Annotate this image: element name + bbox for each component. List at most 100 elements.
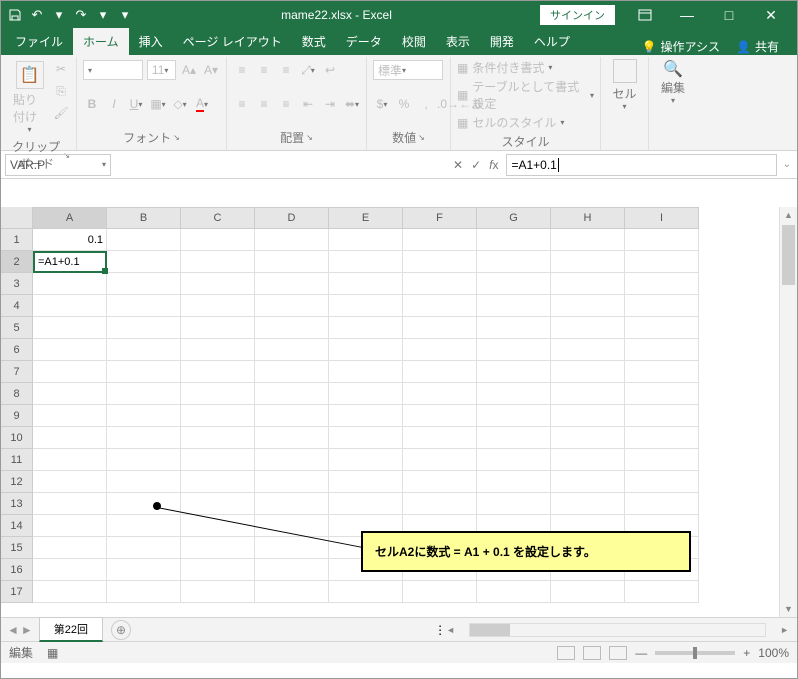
qat-customize-icon[interactable]: ▾ [117, 7, 133, 23]
tab-view[interactable]: 表示 [436, 28, 480, 55]
copy-icon[interactable]: ⎘ [52, 81, 70, 101]
merge-icon[interactable]: ⬌▾ [343, 94, 361, 114]
cancel-formula-icon[interactable]: ✕ [453, 158, 463, 172]
tab-help[interactable]: ヘルプ [524, 28, 580, 55]
cell-B13[interactable] [107, 493, 181, 515]
cell-H4[interactable] [551, 295, 625, 317]
cell-H5[interactable] [551, 317, 625, 339]
cell-G5[interactable] [477, 317, 551, 339]
paste-button[interactable]: 📋 貼り付け▾ [11, 59, 48, 136]
align-left-icon[interactable]: ≡ [233, 94, 251, 114]
cell-A1[interactable]: 0.1 [33, 229, 107, 251]
cell-F5[interactable] [403, 317, 477, 339]
cell-D6[interactable] [255, 339, 329, 361]
grow-font-icon[interactable]: A▴ [180, 60, 198, 80]
scroll-thumb[interactable] [782, 225, 795, 285]
cell-A2[interactable]: =A1+0.1 [33, 251, 107, 273]
row-header-12[interactable]: 12 [1, 471, 33, 493]
cell-G12[interactable] [477, 471, 551, 493]
cell-C2[interactable] [181, 251, 255, 273]
new-sheet-button[interactable]: ⊕ [111, 620, 131, 640]
row-header-8[interactable]: 8 [1, 383, 33, 405]
cell-A8[interactable] [33, 383, 107, 405]
cell-F12[interactable] [403, 471, 477, 493]
cell-A10[interactable] [33, 427, 107, 449]
cell-H12[interactable] [551, 471, 625, 493]
cell-H7[interactable] [551, 361, 625, 383]
cell-F4[interactable] [403, 295, 477, 317]
tellme-button[interactable]: 💡操作アシス [636, 38, 726, 55]
cell-A17[interactable] [33, 581, 107, 603]
cell-E4[interactable] [329, 295, 403, 317]
formula-input[interactable]: =A1+0.1 [506, 154, 777, 176]
indent-inc-icon[interactable]: ⇥ [321, 94, 339, 114]
cell-B4[interactable] [107, 295, 181, 317]
cell-G11[interactable] [477, 449, 551, 471]
align-center-icon[interactable]: ≡ [255, 94, 273, 114]
page-layout-icon[interactable] [583, 646, 601, 660]
cell-B8[interactable] [107, 383, 181, 405]
col-header-I[interactable]: I [625, 207, 699, 229]
undo-icon[interactable]: ↶ [29, 7, 45, 23]
comma-icon[interactable]: , [417, 94, 435, 114]
font-color-button[interactable]: A▾ [193, 94, 211, 114]
cell-A5[interactable] [33, 317, 107, 339]
row-header-9[interactable]: 9 [1, 405, 33, 427]
cell-C4[interactable] [181, 295, 255, 317]
cell-D17[interactable] [255, 581, 329, 603]
row-header-1[interactable]: 1 [1, 229, 33, 251]
scroll-down-icon[interactable]: ▼ [780, 601, 797, 617]
cell-E2[interactable] [329, 251, 403, 273]
fontsize-combo[interactable]: 11▾ [147, 60, 176, 80]
tab-review[interactable]: 校閲 [392, 28, 436, 55]
tab-insert[interactable]: 挿入 [129, 28, 173, 55]
cell-A12[interactable] [33, 471, 107, 493]
cell-C13[interactable] [181, 493, 255, 515]
cell-G4[interactable] [477, 295, 551, 317]
split-handle[interactable]: ⋮ [434, 623, 446, 637]
scroll-left-icon[interactable]: ◄ [446, 625, 455, 635]
scroll-right-icon[interactable]: ► [780, 625, 789, 635]
table-format-button[interactable]: ▦テーブルとして書式設定▾ [457, 78, 594, 112]
cell-D13[interactable] [255, 493, 329, 515]
sheet-tab[interactable]: 第22回 [39, 617, 103, 642]
dialog-launcher-icon[interactable]: ↘ [306, 133, 313, 142]
cell-C10[interactable] [181, 427, 255, 449]
cell-G13[interactable] [477, 493, 551, 515]
cell-F8[interactable] [403, 383, 477, 405]
cell-G3[interactable] [477, 273, 551, 295]
cell-F11[interactable] [403, 449, 477, 471]
format-painter-icon[interactable]: 🖌 [52, 103, 70, 123]
cell-A16[interactable] [33, 559, 107, 581]
fill-handle[interactable] [102, 268, 108, 274]
cell-A13[interactable] [33, 493, 107, 515]
cell-I4[interactable] [625, 295, 699, 317]
row-header-10[interactable]: 10 [1, 427, 33, 449]
zoom-slider[interactable] [655, 651, 735, 655]
cell-I3[interactable] [625, 273, 699, 295]
hscroll-thumb[interactable] [470, 624, 510, 636]
cell-I2[interactable] [625, 251, 699, 273]
share-button[interactable]: 👤共有 [730, 38, 785, 55]
cell-E1[interactable] [329, 229, 403, 251]
redo-dropdown-icon[interactable]: ▾ [95, 7, 111, 23]
cell-A14[interactable] [33, 515, 107, 537]
row-header-6[interactable]: 6 [1, 339, 33, 361]
cell-F17[interactable] [403, 581, 477, 603]
cell-B5[interactable] [107, 317, 181, 339]
cell-button[interactable]: セル▾ [607, 59, 642, 111]
cell-D16[interactable] [255, 559, 329, 581]
cell-C7[interactable] [181, 361, 255, 383]
percent-icon[interactable]: % [395, 94, 413, 114]
cell-G17[interactable] [477, 581, 551, 603]
cell-H11[interactable] [551, 449, 625, 471]
cell-D7[interactable] [255, 361, 329, 383]
row-header-15[interactable]: 15 [1, 537, 33, 559]
cell-H8[interactable] [551, 383, 625, 405]
cell-D5[interactable] [255, 317, 329, 339]
maximize-button[interactable]: □ [709, 3, 749, 27]
cell-H9[interactable] [551, 405, 625, 427]
row-header-16[interactable]: 16 [1, 559, 33, 581]
tab-formulas[interactable]: 数式 [292, 28, 336, 55]
cell-F6[interactable] [403, 339, 477, 361]
